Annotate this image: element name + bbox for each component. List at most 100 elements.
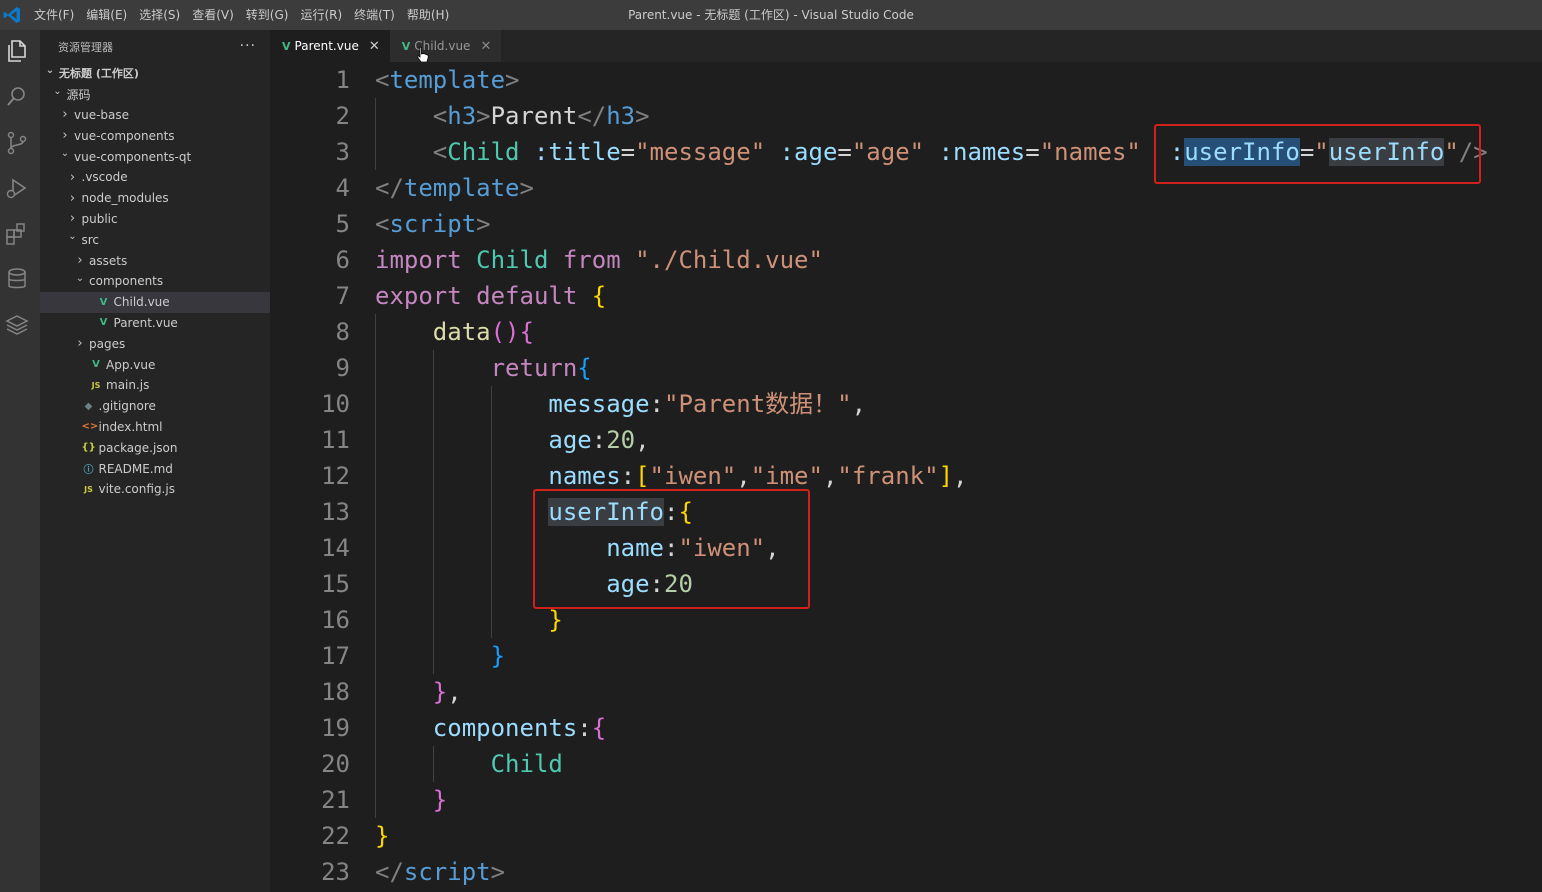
code-content: return{ xyxy=(375,350,592,386)
tree-file-item[interactable]: V Child.vue xyxy=(40,291,270,313)
code-token: , xyxy=(822,462,838,490)
code-line: 10 message:"Parent数据！", xyxy=(270,386,1542,422)
code-token: </ xyxy=(375,174,404,202)
database-icon[interactable] xyxy=(4,266,30,292)
menu-item[interactable]: 选择(S) xyxy=(133,0,186,30)
code-token: = xyxy=(1299,138,1315,166)
code-token: 20 xyxy=(606,426,636,454)
tree-file-item[interactable]: {} package.json xyxy=(40,437,270,458)
code-line: 17 } xyxy=(270,638,1542,674)
code-token: "frank" xyxy=(837,462,939,490)
tree-folder-item[interactable]: ⌄ components xyxy=(40,271,270,292)
code-token: "age" xyxy=(851,138,925,166)
chevron-down-icon: ⌄ xyxy=(53,85,62,97)
tree-file-item[interactable]: V Parent.vue xyxy=(40,313,270,334)
code-token: { xyxy=(591,282,607,310)
close-icon[interactable]: ✕ xyxy=(480,39,491,54)
search-icon[interactable] xyxy=(4,84,30,110)
code-token: } xyxy=(490,642,506,670)
tree-file-item[interactable]: JS vite.config.js xyxy=(40,479,270,500)
code-token: h3 xyxy=(606,102,636,130)
tree-folder-item[interactable]: › vue-components xyxy=(40,125,270,146)
run-debug-icon[interactable] xyxy=(4,175,30,201)
line-number: 23 xyxy=(321,858,350,886)
code-token: :title xyxy=(533,138,621,166)
code-token: script xyxy=(403,858,491,886)
code-token: > xyxy=(476,102,491,130)
tree-folder-item[interactable]: › assets xyxy=(40,250,270,271)
code-token: export xyxy=(375,282,462,310)
tree-folder-item[interactable]: › node_modules xyxy=(40,188,270,209)
tree-file-item[interactable]: ◆ .gitignore xyxy=(40,396,270,417)
tree-file-item[interactable]: ⓘ README.md xyxy=(40,458,270,479)
code-token: [ xyxy=(635,462,650,490)
tree-folder-item[interactable]: › pages xyxy=(40,333,270,354)
code-token: name xyxy=(606,534,664,562)
line-number: 9 xyxy=(335,354,350,382)
tree-item-label: 源码 xyxy=(66,87,91,102)
tree-item-label: .vscode xyxy=(81,170,128,185)
tree-folder-item[interactable]: ⌄ src xyxy=(40,229,270,250)
menu-item[interactable]: 终端(T) xyxy=(348,0,401,30)
extensions-icon[interactable] xyxy=(4,221,30,247)
more-actions-icon[interactable]: ··· xyxy=(240,38,256,54)
tree-item-label: Child.vue xyxy=(113,295,170,310)
layers-icon[interactable] xyxy=(4,312,30,338)
menu-item[interactable]: 编辑(E) xyxy=(80,0,133,30)
menu-item[interactable]: 转到(G) xyxy=(240,0,295,30)
tree-item-label: vue-components xyxy=(74,128,175,143)
code-line: 14 name:"iwen", xyxy=(270,530,1542,566)
tab-child-vue[interactable]: V Child.vue ✕ xyxy=(389,30,502,62)
tree-file-item[interactable]: V App.vue xyxy=(40,354,270,375)
code-token: = xyxy=(837,138,852,166)
line-number: 8 xyxy=(335,318,350,346)
chevron-right-icon: › xyxy=(77,253,83,269)
code-token: : xyxy=(577,714,592,742)
tree-file-item[interactable]: <> index.html xyxy=(40,417,270,438)
tree-folder-item[interactable]: ⌄ vue-components-qt xyxy=(40,146,270,167)
tree-folder-item[interactable]: › public xyxy=(40,209,270,230)
menu-item[interactable]: 文件(F) xyxy=(28,0,80,30)
menu-item[interactable]: 运行(R) xyxy=(294,0,348,30)
tree-folder-item[interactable]: ⌄ 无标题 (工作区) xyxy=(40,63,270,84)
vue-file-icon: V xyxy=(99,317,108,329)
code-token: > xyxy=(519,174,534,202)
source-control-icon[interactable] xyxy=(4,130,30,156)
file-tree: ⌄ 无标题 (工作区) ⌄ 源码 › vue-base › vue-components ⌄ vu… xyxy=(40,63,270,500)
code-content: data(){ xyxy=(375,314,534,350)
tree-folder-item[interactable]: › vue-base xyxy=(40,105,270,126)
code-token: : xyxy=(649,390,664,418)
code-token: < xyxy=(432,102,448,130)
code-line: 23 </script> xyxy=(270,854,1542,890)
menu-item[interactable]: 查看(V) xyxy=(186,0,240,30)
tree-file-item[interactable]: JS main.js xyxy=(40,375,270,396)
menu-item[interactable]: 帮助(H) xyxy=(401,0,455,30)
code-editor[interactable]: 1 <template> 2 <h3>Parent</h3> 3 <Child :ti… xyxy=(270,62,1542,892)
sidebar-title: 资源管理器 xyxy=(58,40,113,54)
code-token: :age xyxy=(779,138,838,166)
code-content: </template> xyxy=(375,170,534,206)
js-file-icon: JS xyxy=(91,380,101,390)
code-token: : xyxy=(1169,138,1185,166)
code-line: 7 export default { xyxy=(270,278,1542,314)
explorer-icon[interactable] xyxy=(4,38,30,64)
info-file-icon: ⓘ xyxy=(83,465,94,477)
code-content: <h3>Parent</h3> xyxy=(375,98,650,134)
chevron-right-icon: › xyxy=(69,211,76,227)
tree-folder-item[interactable]: ⌄ 源码 xyxy=(40,84,270,105)
tree-folder-item[interactable]: › .vscode xyxy=(40,167,270,188)
tab-parent-vue[interactable]: V Parent.vue ✕ xyxy=(270,30,390,62)
tree-item-label: index.html xyxy=(98,419,163,434)
line-number: 6 xyxy=(335,246,350,274)
tree-item-label: vite.config.js xyxy=(98,482,175,497)
tree-item-label: src xyxy=(81,232,100,247)
close-icon[interactable]: ✕ xyxy=(369,39,380,54)
code-token: userInfo xyxy=(1184,138,1300,166)
code-token: ] xyxy=(938,462,954,490)
code-content: userInfo:{ xyxy=(375,494,693,530)
